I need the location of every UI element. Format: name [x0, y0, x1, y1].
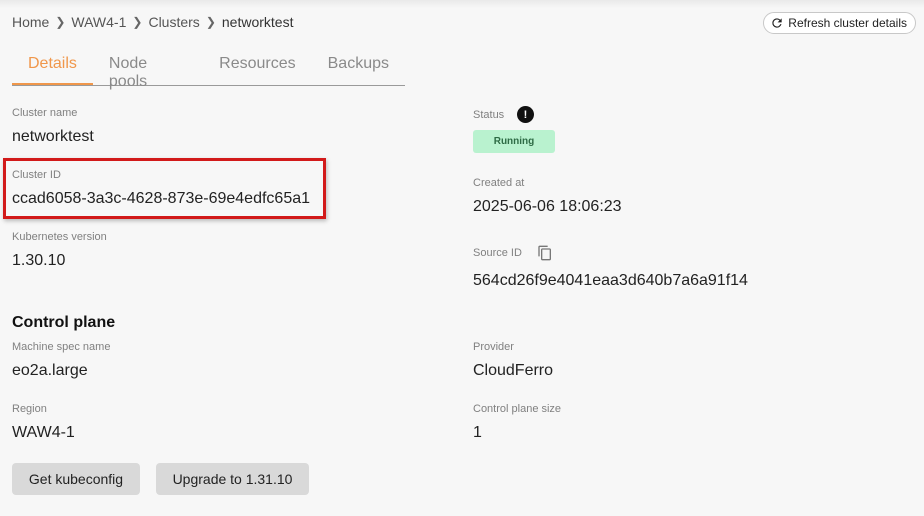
created-at-label: Created at — [473, 177, 525, 189]
status-badge: Running — [473, 130, 555, 153]
provider-value: CloudFerro — [473, 362, 554, 379]
cluster-name-value: networktest — [12, 128, 94, 145]
breadcrumb-region[interactable]: WAW4-1 — [71, 14, 126, 30]
created-at-value: 2025-06-06 18:06:23 — [473, 198, 622, 215]
upgrade-button[interactable]: Upgrade to 1.31.10 — [156, 463, 309, 495]
k8s-version-value: 1.30.10 — [12, 252, 66, 269]
tab-resources[interactable]: Resources — [203, 48, 311, 85]
control-plane-size-label: Control plane size — [473, 403, 562, 415]
tab-node-pools[interactable]: Node pools — [93, 48, 203, 90]
source-id-label: Source ID — [473, 247, 522, 259]
breadcrumb-current: networktest — [221, 14, 294, 30]
control-plane-size-value: 1 — [473, 424, 482, 441]
cluster-name-label: Cluster name — [12, 107, 78, 119]
copy-icon[interactable] — [537, 244, 553, 262]
refresh-cluster-button[interactable]: Refresh cluster details — [763, 12, 916, 34]
cluster-id-highlight — [3, 158, 326, 219]
status-label: Status — [473, 109, 505, 121]
top-shadow — [0, 0, 924, 8]
breadcrumb-home[interactable]: Home — [12, 14, 49, 30]
chevron-right-icon: ❯ — [132, 15, 143, 29]
machine-spec-label: Machine spec name — [12, 341, 111, 353]
breadcrumb: Home ❯ WAW4-1 ❯ Clusters ❯ networktest — [12, 14, 293, 30]
get-kubeconfig-button[interactable]: Get kubeconfig — [12, 463, 140, 495]
region-value: WAW4-1 — [12, 424, 75, 441]
refresh-label: Refresh cluster details — [788, 16, 907, 30]
control-plane-title: Control plane — [12, 314, 116, 331]
k8s-version-label: Kubernetes version — [12, 231, 107, 243]
tab-backups[interactable]: Backups — [312, 48, 405, 85]
region-label: Region — [12, 403, 47, 415]
source-id-value: 564cd26f9e4041eaa3d640b7a6a91f14 — [473, 272, 748, 289]
provider-label: Provider — [473, 341, 514, 353]
chevron-right-icon: ❯ — [55, 15, 66, 29]
machine-spec-value: eo2a.large — [12, 362, 88, 379]
info-icon[interactable]: ! — [517, 106, 534, 123]
chevron-right-icon: ❯ — [205, 15, 216, 29]
breadcrumb-clusters[interactable]: Clusters — [148, 14, 199, 30]
tab-bar: Details Node pools Resources Backups — [12, 48, 405, 90]
tab-details[interactable]: Details — [12, 48, 93, 85]
refresh-icon — [772, 18, 782, 28]
